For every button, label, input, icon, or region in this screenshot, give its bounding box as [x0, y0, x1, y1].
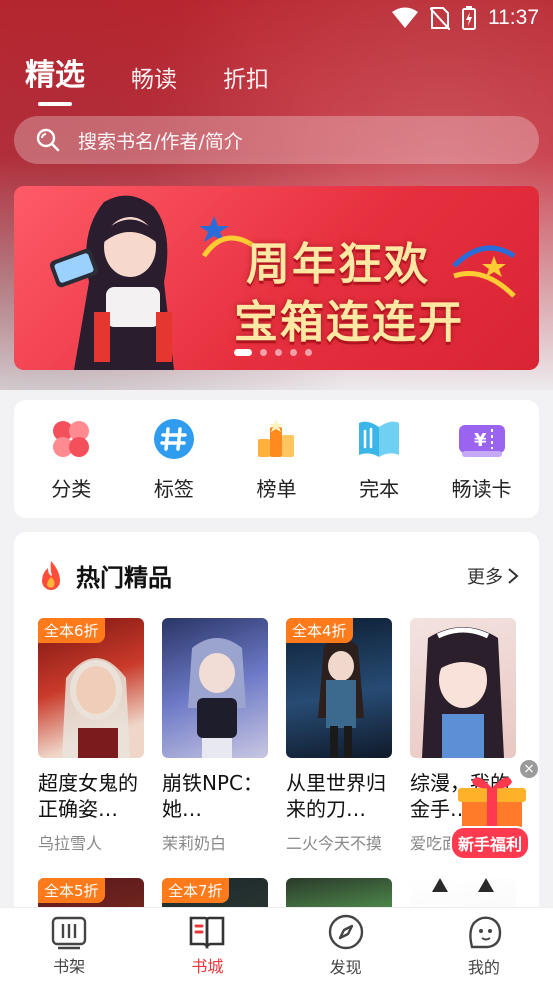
more-button[interactable]: 更多 — [467, 563, 519, 589]
book-cover — [410, 618, 516, 758]
category-read-card[interactable]: ¥ 畅读卡 — [437, 417, 527, 502]
category-tags[interactable]: 标签 — [129, 417, 219, 502]
bookstore-icon — [190, 916, 225, 950]
promo-banner[interactable]: 周年狂欢 宝箱连连开 — [14, 186, 539, 370]
category-label: 完本 — [359, 476, 400, 501]
category-classify[interactable]: 分类 — [26, 417, 116, 502]
category-label: 畅读卡 — [451, 476, 512, 501]
banner-dot — [275, 349, 282, 356]
banner-dot — [234, 349, 252, 356]
book-author: 二火今天不摸 — [286, 834, 383, 853]
banner-dot — [260, 349, 267, 356]
more-label: 更多 — [467, 566, 503, 588]
nav-label: 书城 — [191, 957, 224, 976]
book-author: 茉莉奶白 — [162, 834, 227, 853]
top-tabs: 精选 畅读 折扣 — [25, 50, 269, 94]
section-title-text: 热门精品 — [76, 564, 172, 592]
hot-picks-section: 热门精品 更多 全本6折 超度女鬼的正确姿… 乌拉雪人 崩铁NPC：她… 茉莉奶… — [14, 532, 539, 932]
open-book-icon — [359, 421, 400, 457]
hashtag-icon — [153, 418, 194, 459]
category-label: 榜单 — [256, 476, 297, 501]
clover-icon — [53, 420, 90, 457]
gift-close-button[interactable]: × — [520, 760, 538, 778]
status-bar: 11:37 — [0, 0, 553, 38]
book-title: 崩铁NPC：她… — [162, 771, 263, 821]
category-shortcuts: 分类 标签 榜单 完本 ¥ 畅读卡 — [14, 400, 539, 518]
category-label: 标签 — [153, 476, 194, 501]
book-title: 从里世界归来的刀… — [286, 771, 386, 821]
bottom-navigation: 书架 书城 发现 我的 — [0, 907, 553, 983]
yuan-card-icon: ¥ — [458, 424, 505, 457]
book-cover: 全本4折 — [286, 618, 392, 758]
search-placeholder: 搜索书名/作者/简介 — [78, 130, 243, 153]
book-cover: 全本6折 — [38, 618, 144, 758]
discount-tag: 全本7折 — [162, 878, 229, 903]
bookshelf-icon — [51, 916, 87, 950]
flame-icon — [42, 560, 60, 590]
compass-icon — [328, 914, 363, 950]
section-title: 热门精品 — [36, 558, 172, 593]
profile-icon — [469, 916, 502, 949]
search-input[interactable]: 搜索书名/作者/简介 — [14, 116, 539, 164]
book-author: 乌拉雪人 — [38, 834, 103, 853]
cover-art — [422, 627, 504, 758]
battery-charging-icon — [462, 6, 476, 30]
category-label: 分类 — [51, 476, 92, 501]
book-cover — [162, 618, 268, 758]
status-time: 11:37 — [488, 6, 539, 29]
banner-subheadline: 宝箱连连开 — [234, 297, 464, 348]
svg-text:¥: ¥ — [474, 430, 487, 451]
nav-label: 书架 — [53, 957, 86, 976]
banner-headline: 周年狂欢 — [246, 239, 430, 290]
book-card[interactable]: 全本4折 从里世界归来的刀… 二火今天不摸 — [286, 618, 392, 854]
book-card[interactable]: 全本6折 超度女鬼的正确姿… 乌拉雪人 — [38, 618, 144, 854]
discount-tag: 全本5折 — [38, 878, 105, 903]
book-card[interactable]: 崩铁NPC：她… 茉莉奶白 — [162, 618, 268, 854]
banner-dot — [305, 349, 312, 356]
tab-featured[interactable]: 精选 — [25, 50, 85, 94]
newbie-gift-float[interactable]: × 新手福利 — [448, 760, 538, 860]
nav-bookshelf[interactable]: 书架 — [24, 914, 114, 977]
category-completed[interactable]: 完本 — [334, 417, 424, 502]
nav-profile[interactable]: 我的 — [439, 913, 529, 978]
wifi-icon — [392, 7, 418, 28]
discount-tag: 全本4折 — [286, 618, 353, 643]
ranking-icon — [258, 418, 295, 457]
tab-unlimited-read[interactable]: 畅读 — [131, 60, 177, 94]
category-ranking[interactable]: 榜单 — [231, 417, 321, 502]
banner-pagination — [234, 349, 312, 356]
chevron-right-icon — [508, 567, 519, 584]
no-sim-icon — [430, 7, 450, 30]
nav-discover[interactable]: 发现 — [301, 913, 391, 978]
book-title: 超度女鬼的正确姿… — [38, 771, 138, 821]
banner-dot — [290, 349, 297, 356]
discount-tag: 全本6折 — [38, 618, 105, 643]
search-icon — [36, 128, 60, 152]
gift-label: 新手福利 — [450, 826, 531, 860]
nav-label: 我的 — [467, 958, 500, 977]
nav-bookstore[interactable]: 书城 — [162, 914, 252, 977]
nav-label: 发现 — [329, 958, 362, 977]
tab-discount[interactable]: 折扣 — [223, 60, 269, 94]
cover-art — [188, 638, 246, 758]
